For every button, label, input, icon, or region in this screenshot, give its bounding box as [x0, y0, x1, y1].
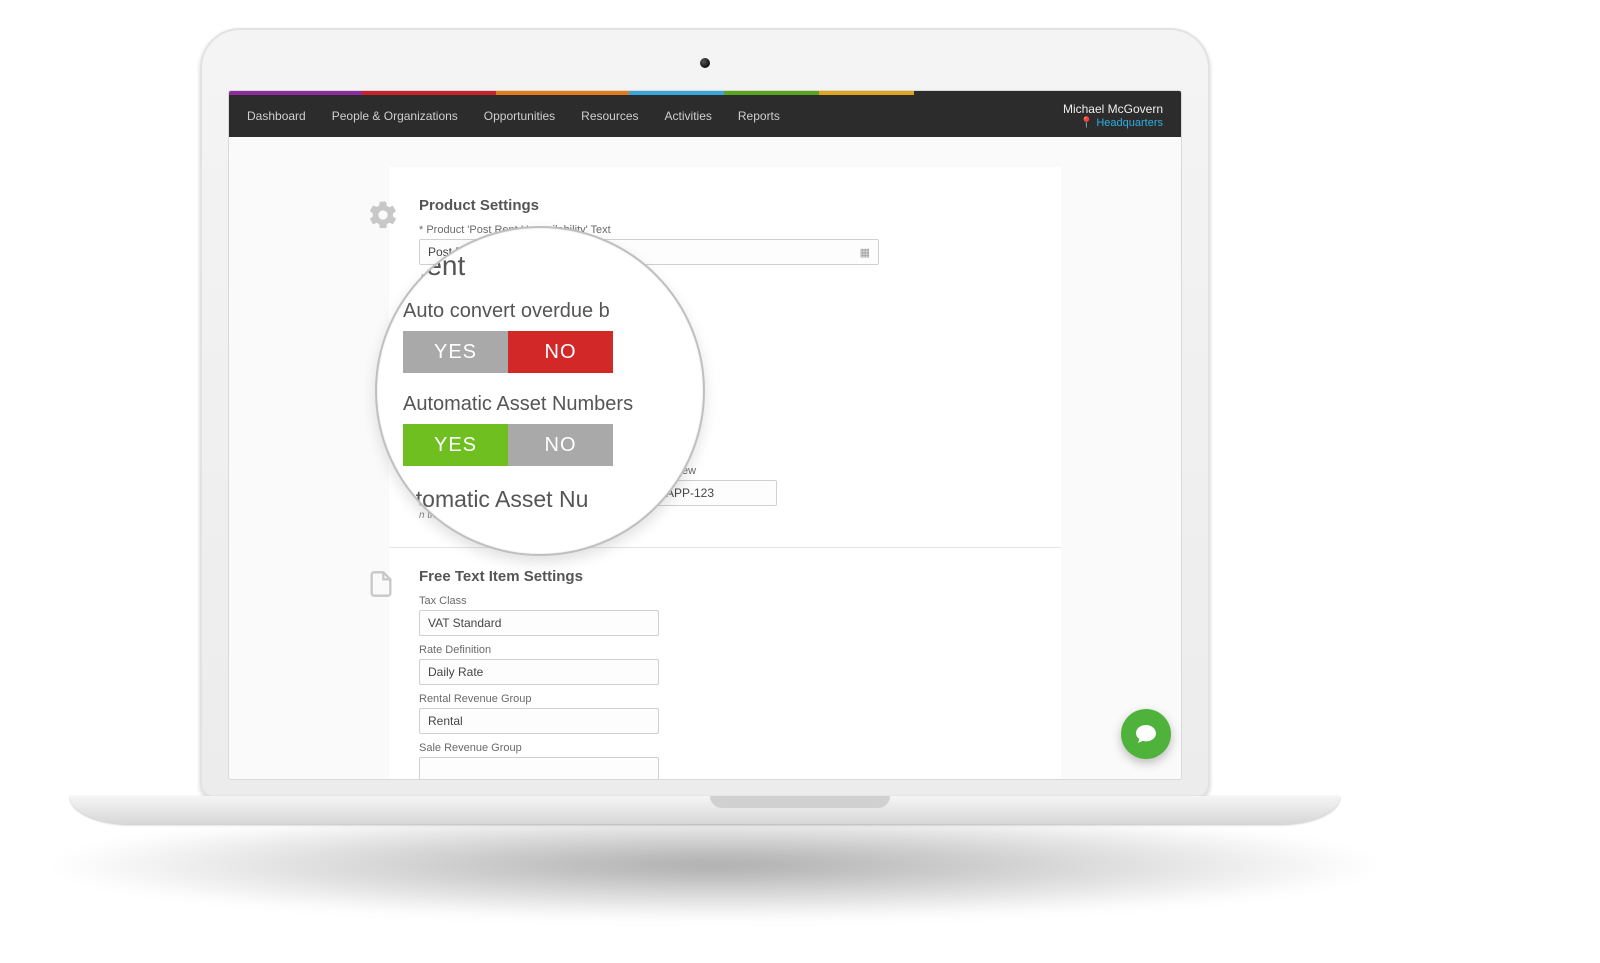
sale-revenue-input[interactable] [419, 757, 659, 779]
magnifier-lens: ment Auto convert overdue b YES NO Autom… [375, 226, 705, 556]
auto-asset-yes[interactable]: YES [403, 424, 508, 466]
page-body: Product Settings * Product 'Post Rent Un… [229, 137, 1181, 779]
rental-revenue-label: Rental Revenue Group [419, 693, 1031, 705]
auto-asset-no[interactable]: NO [508, 424, 613, 466]
laptop-base [70, 796, 1340, 824]
laptop-shadow [40, 810, 1390, 920]
accent-strip [229, 91, 1181, 95]
overdue-label: Auto convert overdue b [403, 300, 681, 323]
nav-dashboard[interactable]: Dashboard [247, 109, 306, 123]
location-pin-icon: 📍 [1080, 117, 1094, 129]
tax-class-input[interactable]: VAT Standard [419, 610, 659, 636]
screen: Dashboard People & Organizations Opportu… [228, 90, 1182, 780]
laptop-notch [710, 796, 890, 808]
rate-definition-label: Rate Definition [419, 644, 1031, 656]
overdue-toggle[interactable]: YES NO [403, 331, 613, 373]
laptop-frame: Dashboard People & Organizations Opportu… [200, 28, 1210, 798]
nav-people[interactable]: People & Organizations [332, 109, 458, 123]
top-nav: Dashboard People & Organizations Opportu… [229, 95, 1181, 137]
tax-class-label: Tax Class [419, 595, 1031, 607]
camera-dot [700, 58, 710, 68]
auto-asset-label: Automatic Asset Numbers [403, 393, 681, 416]
free-text-heading: Free Text Item Settings [419, 568, 1031, 585]
nav-resources[interactable]: Resources [581, 109, 638, 123]
nav-tabs: Dashboard People & Organizations Opportu… [247, 109, 780, 123]
chat-button[interactable] [1121, 709, 1171, 759]
sale-revenue-label: Sale Revenue Group [419, 742, 1031, 754]
chat-icon [1134, 722, 1158, 746]
lens-clip-bottom: utomatic Asset Nu [403, 486, 681, 513]
current-user[interactable]: Michael McGovern [1063, 102, 1163, 116]
product-settings-heading: Product Settings [419, 197, 1031, 214]
nav-reports[interactable]: Reports [738, 109, 780, 123]
document-icon [367, 570, 395, 603]
nav-opportunities[interactable]: Opportunities [484, 109, 555, 123]
gear-icon [367, 199, 399, 236]
auto-asset-toggle[interactable]: YES NO [403, 424, 613, 466]
current-location[interactable]: 📍Headquarters [1063, 117, 1163, 130]
overdue-no[interactable]: NO [508, 331, 613, 373]
rental-revenue-input[interactable]: Rental [419, 708, 659, 734]
nav-activities[interactable]: Activities [665, 109, 712, 123]
free-text-section: Free Text Item Settings Tax Class VAT St… [419, 568, 1031, 779]
rate-definition-input[interactable]: Daily Rate [419, 659, 659, 685]
field-action-icon[interactable]: ▦ [860, 246, 870, 259]
overdue-yes[interactable]: YES [403, 331, 508, 373]
